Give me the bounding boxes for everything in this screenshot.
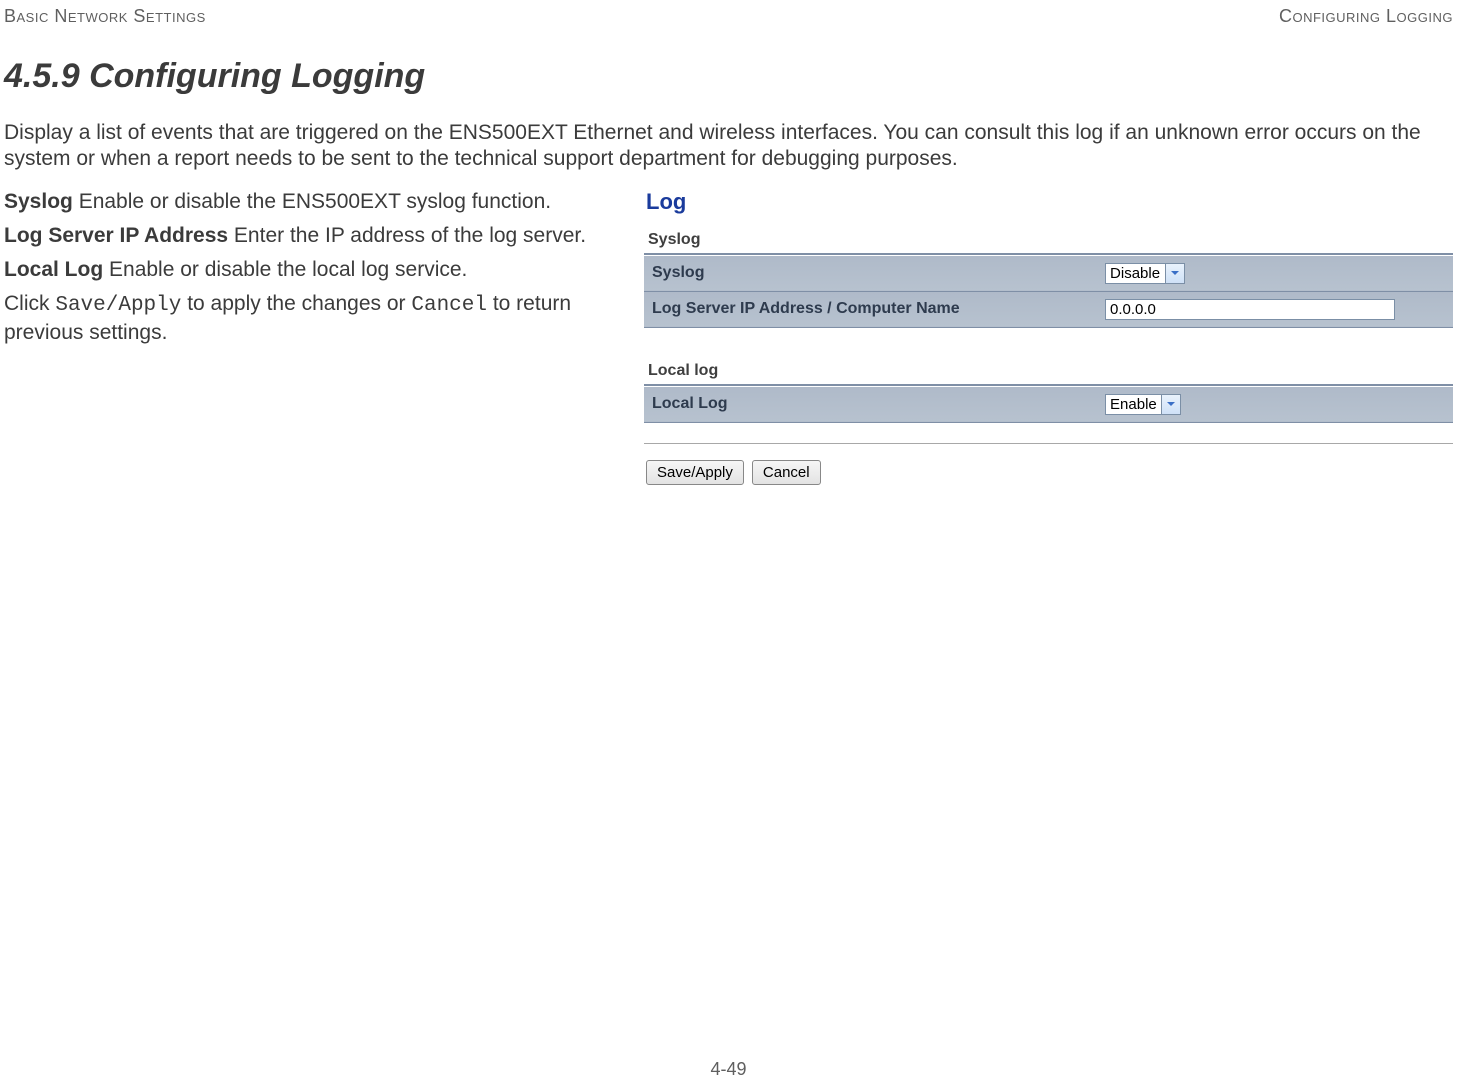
logip-input[interactable]: [1105, 299, 1395, 320]
section-heading: 4.5.9 Configuring Logging: [4, 57, 1457, 96]
syslog-section-label: Syslog: [644, 225, 1453, 255]
locallog-select[interactable]: Enable: [1105, 394, 1161, 415]
def-locallog-desc: Enable or disable the local log service.: [103, 258, 467, 281]
def-action: Click Save/Apply to apply the changes or…: [4, 291, 644, 346]
logip-value-cell: [1097, 291, 1453, 327]
save-apply-button[interactable]: Save/Apply: [646, 460, 744, 485]
chevron-down-icon: [1165, 263, 1185, 284]
def-locallog-term: Local Log: [4, 258, 103, 281]
syslog-label: Syslog: [644, 255, 1097, 291]
table-row: Syslog Disable: [644, 255, 1453, 291]
intro-paragraph: Display a list of events that are trigge…: [4, 120, 1453, 173]
action-mid: to apply the changes or: [181, 292, 411, 315]
button-row: Save/Apply Cancel: [644, 443, 1453, 485]
header-right: Configuring Logging: [1279, 6, 1453, 27]
syslog-table: Syslog Disable Log Server IP Address / C…: [644, 255, 1453, 328]
locallog-value-cell: Enable: [1097, 386, 1453, 422]
action-pre: Click: [4, 292, 55, 315]
header-left: Basic Network Settings: [4, 6, 206, 27]
locallog-section-label: Local log: [644, 356, 1453, 386]
def-locallog: Local Log Enable or disable the local lo…: [4, 257, 644, 283]
action-save: Save/Apply: [55, 294, 181, 317]
cancel-button[interactable]: Cancel: [752, 460, 821, 485]
table-row: Local Log Enable: [644, 386, 1453, 422]
locallog-label: Local Log: [644, 386, 1097, 422]
def-syslog: Syslog Enable or disable the ENS500EXT s…: [4, 189, 644, 215]
definitions-column: Syslog Enable or disable the ENS500EXT s…: [4, 189, 644, 354]
table-row: Log Server IP Address / Computer Name: [644, 291, 1453, 327]
logip-label: Log Server IP Address / Computer Name: [644, 291, 1097, 327]
config-panel: Log Syslog Syslog Disable Log Se: [644, 189, 1453, 485]
page-number: 4-49: [0, 1059, 1457, 1080]
locallog-table: Local Log Enable: [644, 386, 1453, 423]
syslog-select[interactable]: Disable: [1105, 263, 1165, 284]
chevron-down-icon: [1161, 394, 1181, 415]
def-logip: Log Server IP Address Enter the IP addre…: [4, 223, 644, 249]
def-logip-desc: Enter the IP address of the log server.: [228, 224, 586, 247]
def-syslog-term: Syslog: [4, 190, 73, 213]
action-cancel: Cancel: [411, 294, 487, 317]
def-syslog-desc: Enable or disable the ENS500EXT syslog f…: [73, 190, 551, 213]
def-logip-term: Log Server IP Address: [4, 224, 228, 247]
panel-title: Log: [644, 189, 1453, 215]
syslog-value-cell: Disable: [1097, 255, 1453, 291]
